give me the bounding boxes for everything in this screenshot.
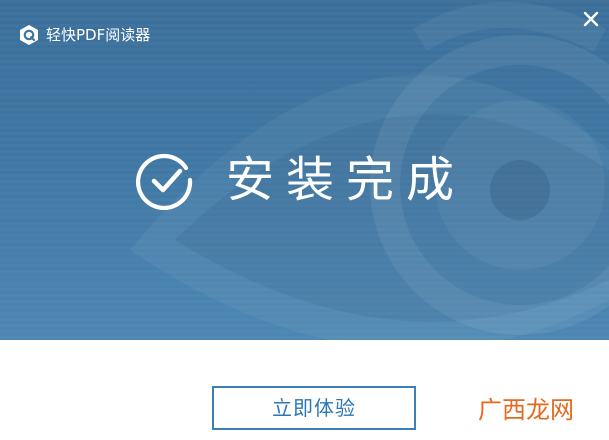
footer-panel: 立即体验	[0, 340, 609, 440]
install-complete-text: 安装完成	[226, 152, 467, 208]
installer-window: 轻快PDF阅读器 安装完成 立即体验 广西龙网	[0, 0, 609, 440]
title-bar: 轻快PDF阅读器	[0, 0, 609, 68]
site-watermark: 广西龙网	[478, 396, 574, 424]
check-circle-icon	[136, 153, 193, 210]
app-title: 轻快PDF阅读器	[46, 26, 151, 44]
close-icon[interactable]	[580, 8, 602, 30]
q-logo-icon	[20, 25, 38, 45]
try-now-button[interactable]: 立即体验	[212, 386, 416, 430]
hero-banner: 轻快PDF阅读器 安装完成	[0, 0, 609, 340]
